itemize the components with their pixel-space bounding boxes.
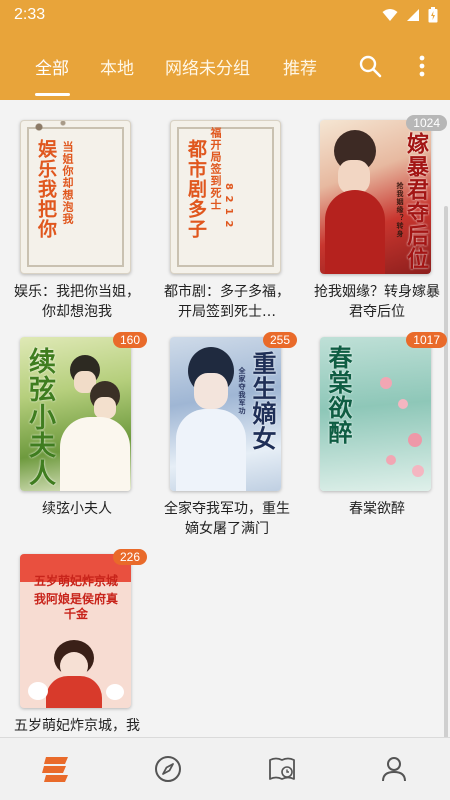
scrollbar[interactable] [444,206,448,737]
cover-sub-text: 当姐你却想泡我 [61,141,74,225]
cover-main-text: 重生嫡女 [248,351,276,451]
unread-count-badge: 1017 [406,332,447,348]
compass-icon [155,756,181,782]
nav-bookshelf[interactable] [41,754,71,784]
unread-count-badge: 255 [262,332,297,348]
tab-all[interactable]: 全部 [35,54,69,79]
cover-number-text: 8 2 1 2 [223,183,234,229]
book-item[interactable]: 1024 嫁暴君夺后位 抢我姻缘？转身 抢我姻缘？转身嫁暴君夺后位 [314,115,447,322]
cover-main-text: 五岁萌妃炸京城 [33,574,118,588]
battery-icon [428,7,438,23]
more-vert-icon [419,55,425,77]
signal-icon [407,9,419,21]
book-title: 五岁萌妃炸京城，我阿娘是侯府真千… [14,718,140,734]
book-title: 全家夺我军功，重生嫡女屠了满门 [164,501,290,537]
search-button[interactable] [357,53,383,79]
cover-main-text: 都市剧多子 [185,139,207,239]
book-item[interactable]: 娱乐我把你 当姐你却想泡我 娱乐：我把你当姐，你却想泡我 [14,120,140,322]
book-title: 都市剧：多子多福，开局签到死士… [164,284,290,320]
book-item[interactable]: 226 五岁萌妃炸京城 我阿娘是侯府真千金 五岁萌妃炸京城，我阿娘是侯府真千… [14,549,147,737]
book-item[interactable]: 255 重生嫡女 全家夺我军功 全家夺我军功，重生嫡女屠了满门 [164,332,297,539]
cover-sub-text: 福开局签到死士 [209,127,222,211]
tab-indicator [35,93,70,96]
cover-sub-text: 抢我姻缘？转身 [396,182,404,238]
cover-main-text: 嫁暴君夺后位 [403,132,428,270]
nav-my[interactable] [379,754,409,784]
search-icon [359,55,382,78]
bookshelf-icon [42,757,68,782]
nav-discover[interactable] [153,754,183,784]
tab-recommend[interactable]: 推荐 [283,54,317,79]
unread-count-badge: 226 [112,549,147,565]
book-cover: 春棠欲醉 [320,337,431,491]
book-title: 娱乐：我把你当姐，你却想泡我 [14,284,140,320]
book-cover: 五岁萌妃炸京城 我阿娘是侯府真千金 [20,554,131,708]
book-cover: 都市剧多子 福开局签到死士 8 2 1 2 [170,120,281,274]
book-title: 春棠欲醉 [349,501,405,517]
app-bar: 2:33 全部 本地 网络未分组 推荐 [0,0,450,100]
unread-count-badge: 160 [112,332,147,348]
book-item[interactable]: 160 续弦小夫人 续弦小夫人 [20,332,147,519]
book-title: 续弦小夫人 [42,501,112,517]
book-cover: 嫁暴君夺后位 抢我姻缘？转身 [320,120,431,274]
status-icons [382,7,438,23]
cover-main-text: 春棠欲醉 [324,345,352,445]
book-cover: 娱乐我把你 当姐你却想泡我 [20,120,131,274]
status-time: 2:33 [14,6,46,23]
more-button[interactable] [409,53,435,79]
book-item[interactable]: 1017 春棠欲醉 春棠欲醉 [320,332,447,519]
nav-rss[interactable] [267,754,297,784]
person-icon [382,757,406,782]
cover-sub-text: 我阿娘是侯府真千金 [33,592,118,621]
cover-main-text: 续弦小夫人 [24,347,55,487]
cover-sub-text: 全家夺我军功 [238,367,246,415]
wifi-icon [382,9,398,21]
book-cover: 续弦小夫人 [20,337,131,491]
cover-main-text: 娱乐我把你 [35,139,57,239]
book-cover: 重生嫡女 全家夺我军功 [170,337,281,491]
tab-ungrouped[interactable]: 网络未分组 [165,54,250,79]
unread-count-badge: 1024 [406,115,447,131]
book-title: 抢我姻缘？转身嫁暴君夺后位 [314,284,440,320]
tab-local[interactable]: 本地 [100,54,134,79]
bottom-navigation [0,737,450,800]
book-clock-icon [269,757,295,780]
bookshelf-grid: 娱乐我把你 当姐你却想泡我 娱乐：我把你当姐，你却想泡我 都市剧多子 福开局签到… [0,100,450,737]
book-item[interactable]: 都市剧多子 福开局签到死士 8 2 1 2 都市剧：多子多福，开局签到死士… [164,120,290,322]
status-bar: 2:33 [0,0,450,30]
